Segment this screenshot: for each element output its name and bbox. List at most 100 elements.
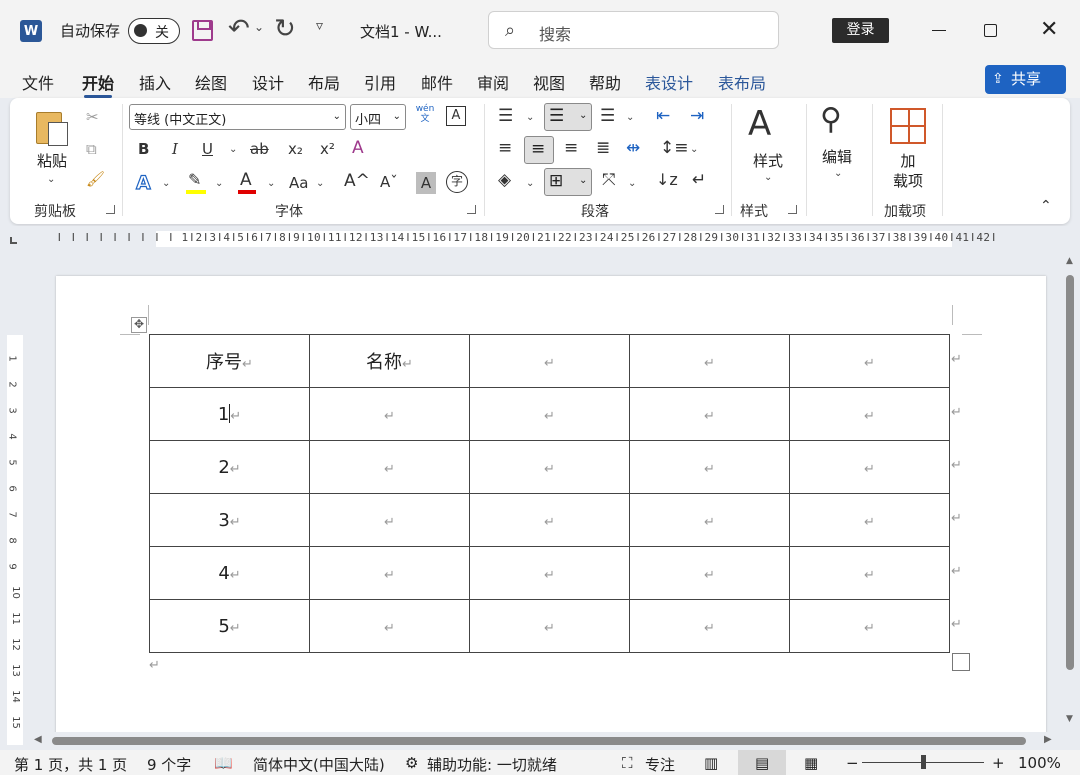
- tab-table-layout[interactable]: 表布局: [718, 70, 766, 94]
- scroll-down-icon[interactable]: ▼: [1066, 714, 1073, 724]
- tab-design[interactable]: 设计: [252, 70, 284, 94]
- tab-selector-icon[interactable]: [10, 237, 17, 244]
- table-cell[interactable]: 序号↵: [149, 334, 310, 388]
- login-button[interactable]: 登录: [832, 18, 889, 43]
- paste-icon[interactable]: [34, 108, 70, 146]
- zoom-out-button[interactable]: −: [846, 754, 859, 772]
- tab-home[interactable]: 开始: [82, 70, 114, 98]
- table-cell[interactable]: ↵: [309, 387, 470, 441]
- table-cell[interactable]: ↵: [629, 440, 790, 494]
- zoom-slider-thumb[interactable]: [921, 755, 926, 769]
- addins-label-2[interactable]: 载项: [888, 170, 928, 191]
- increase-indent-icon[interactable]: ⇥: [690, 106, 704, 126]
- accessibility-status[interactable]: 辅助功能: 一切就绪: [427, 754, 557, 775]
- paste-dropdown-icon[interactable]: ⌄: [47, 174, 55, 185]
- table-cell[interactable]: ↵: [309, 493, 470, 547]
- tab-layout[interactable]: 布局: [308, 70, 340, 94]
- save-icon[interactable]: [192, 20, 213, 41]
- customize-qat-icon[interactable]: ▿: [316, 18, 323, 34]
- tab-help[interactable]: 帮助: [589, 70, 621, 94]
- font-launcher-icon[interactable]: [467, 205, 476, 214]
- enclose-characters-icon[interactable]: 字: [446, 171, 468, 193]
- font-size-select[interactable]: 小四 ⌄: [350, 104, 406, 130]
- superscript-button[interactable]: x²: [320, 140, 335, 158]
- font-color-icon[interactable]: A: [238, 170, 256, 194]
- web-layout-icon[interactable]: ▦: [804, 754, 818, 772]
- tab-insert[interactable]: 插入: [139, 70, 171, 94]
- font-color-dropdown-icon[interactable]: ⌄: [267, 178, 275, 189]
- align-right-icon[interactable]: ≡: [564, 138, 578, 158]
- focus-icon[interactable]: ⛶: [622, 754, 633, 772]
- cut-icon[interactable]: ✂: [86, 108, 99, 126]
- tab-review[interactable]: 审阅: [477, 70, 509, 94]
- search-box[interactable]: ⌕ 搜索: [488, 11, 779, 49]
- close-icon[interactable]: ✕: [1040, 17, 1058, 42]
- distributed-icon[interactable]: ⇹: [626, 138, 640, 158]
- page-count[interactable]: 第 1 页，共 1 页: [14, 754, 127, 775]
- tab-view[interactable]: 视图: [533, 70, 565, 94]
- subscript-button[interactable]: x₂: [288, 140, 303, 158]
- borders-button[interactable]: ⊞ ⌄: [544, 168, 592, 196]
- numbering-button[interactable]: ☰ ⌄: [544, 103, 592, 131]
- document-table[interactable]: 序号↵ 名称↵ ↵ ↵ ↵ 1↵ ↵ ↵ ↵ ↵ 2↵ ↵ ↵ ↵ ↵ 3↵ ↵…: [149, 334, 950, 653]
- styles-label[interactable]: 样式: [748, 150, 788, 171]
- collapse-ribbon-icon[interactable]: ⌃: [1040, 198, 1052, 214]
- change-case-dropdown-icon[interactable]: ⌄: [316, 178, 324, 189]
- zoom-in-button[interactable]: +: [992, 754, 1005, 772]
- table-cell[interactable]: ↵: [789, 440, 950, 494]
- table-cell[interactable]: ↵: [629, 334, 790, 388]
- chinese-layout-icon[interactable]: ⤧: [602, 170, 616, 190]
- proofing-icon[interactable]: 📖: [214, 754, 233, 772]
- table-cell[interactable]: ↵: [789, 546, 950, 600]
- bullets-icon[interactable]: ☰: [498, 106, 513, 126]
- table-cell[interactable]: ↵: [309, 599, 470, 653]
- align-center-button[interactable]: ≡: [524, 136, 554, 164]
- vertical-scroll-thumb[interactable]: [1066, 275, 1074, 670]
- multilevel-list-dropdown-icon[interactable]: ⌄: [626, 112, 634, 123]
- table-cell[interactable]: 名称↵: [309, 334, 470, 388]
- share-button[interactable]: ⇪ 共享: [985, 65, 1066, 94]
- multilevel-list-icon[interactable]: ☰: [600, 106, 615, 126]
- find-icon[interactable]: ⚲: [820, 102, 842, 137]
- chinese-layout-dropdown-icon[interactable]: ⌄: [628, 178, 636, 189]
- grow-font-button[interactable]: A^: [344, 171, 370, 191]
- highlight-dropdown-icon[interactable]: ⌄: [215, 178, 223, 189]
- table-cell[interactable]: ↵: [789, 599, 950, 653]
- bold-button[interactable]: B: [138, 140, 149, 158]
- show-marks-icon[interactable]: ↵: [692, 170, 706, 190]
- scroll-left-icon[interactable]: ◀: [34, 734, 42, 745]
- tab-draw[interactable]: 绘图: [195, 70, 227, 94]
- format-painter-icon[interactable]: 🖌: [86, 170, 105, 188]
- table-move-handle-icon[interactable]: ✥: [131, 317, 147, 333]
- horizontal-ruler[interactable]: ǀ ǀ ǀ ǀ ǀ ǀ ǀ ǀ ǀ 1ǀ2ǀ3ǀ4ǀ5ǀ6ǀ7ǀ8ǀ9ǀ10ǀ1…: [0, 226, 1080, 250]
- table-cell[interactable]: 3↵: [149, 493, 310, 547]
- read-mode-icon[interactable]: ▥: [704, 754, 718, 772]
- table-cell[interactable]: ↵: [629, 387, 790, 441]
- shrink-font-button[interactable]: Aˇ: [380, 173, 398, 191]
- tab-references[interactable]: 引用: [364, 70, 396, 94]
- table-cell[interactable]: 1↵: [149, 387, 310, 441]
- table-cell[interactable]: ↵: [309, 440, 470, 494]
- focus-label[interactable]: 专注: [645, 754, 675, 775]
- maximize-icon[interactable]: [984, 24, 997, 37]
- addins-icon[interactable]: [890, 108, 926, 144]
- editing-dropdown-icon[interactable]: ⌄: [834, 168, 842, 179]
- highlight-icon[interactable]: ✎: [186, 170, 206, 194]
- shading-icon[interactable]: ◈: [498, 170, 511, 190]
- paste-label[interactable]: 粘贴: [32, 150, 72, 171]
- print-layout-icon[interactable]: ▤: [755, 754, 769, 772]
- table-cell[interactable]: ↵: [789, 387, 950, 441]
- character-shading-icon[interactable]: A: [416, 172, 436, 194]
- sort-icon[interactable]: ↓z: [656, 170, 678, 189]
- phonetic-guide-icon[interactable]: wén 文: [414, 104, 436, 124]
- horizontal-scrollbar[interactable]: ◀ ▶: [30, 732, 1060, 750]
- scroll-up-icon[interactable]: ▲: [1066, 256, 1073, 266]
- text-effects-dropdown-icon[interactable]: ⌄: [162, 178, 170, 189]
- table-cell[interactable]: ↵: [309, 546, 470, 600]
- undo-dropdown-icon[interactable]: ⌄: [254, 20, 264, 34]
- autosave-toggle[interactable]: 关: [128, 18, 180, 44]
- styles-icon[interactable]: A: [748, 104, 771, 144]
- addins-label-1[interactable]: 加: [888, 150, 928, 171]
- styles-launcher-icon[interactable]: [788, 205, 797, 214]
- line-spacing-dropdown-icon[interactable]: ⌄: [690, 144, 698, 155]
